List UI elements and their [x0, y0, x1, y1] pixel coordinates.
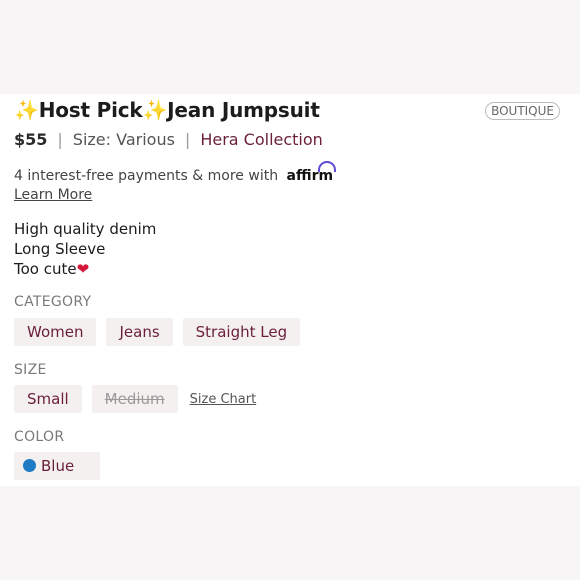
affirm-row: 4 interest-free payments & more with aff… [14, 161, 337, 184]
category-chip-straight-leg[interactable]: Straight Leg [182, 318, 301, 346]
brand-link[interactable]: Hera Collection [200, 130, 322, 149]
title-row: ✨Host Pick✨Jean Jumpsuit BOUTIQUE [14, 98, 560, 126]
size-chip-small[interactable]: Small [14, 385, 82, 413]
description: High quality denim Long Sleeve Too cute❤ [14, 219, 156, 279]
size-chart-link[interactable]: Size Chart [190, 392, 257, 407]
separator: | [184, 130, 191, 149]
listing-title: ✨Host Pick✨Jean Jumpsuit [14, 98, 320, 122]
category-chip-women[interactable]: Women [14, 318, 97, 346]
color-chips: Blue [14, 452, 110, 480]
affirm-text: 4 interest-free payments & more with [14, 168, 279, 184]
description-line: Too cute❤ [14, 260, 90, 278]
category-chip-jeans[interactable]: Jeans [106, 318, 173, 346]
price: $55 [14, 130, 48, 149]
color-swatch-icon [23, 459, 36, 472]
color-label: COLOR [14, 429, 65, 445]
affirm-logo: affirm [287, 161, 337, 184]
color-chip-blue[interactable]: Blue [14, 452, 101, 480]
size-chips: Small Medium Size Chart [14, 385, 256, 413]
affirm-arc-icon [318, 161, 337, 172]
color-chip-label: Blue [41, 457, 75, 475]
description-line: High quality denim [14, 220, 157, 238]
size-summary: Size: Various [72, 130, 175, 149]
size-label: SIZE [14, 362, 47, 378]
category-label: CATEGORY [14, 294, 92, 310]
learn-more-link[interactable]: Learn More [14, 187, 92, 203]
listing-card: ✨Host Pick✨Jean Jumpsuit BOUTIQUE $55 | … [0, 94, 580, 486]
description-line: Long Sleeve [14, 240, 106, 258]
boutique-badge: BOUTIQUE [485, 102, 560, 120]
heart-icon: ❤ [76, 260, 90, 278]
category-chips: Women Jeans Straight Leg [14, 318, 310, 346]
size-chip-medium: Medium [91, 385, 178, 413]
price-row: $55 | Size: Various | Hera Collection [14, 130, 323, 149]
separator: | [57, 130, 63, 149]
